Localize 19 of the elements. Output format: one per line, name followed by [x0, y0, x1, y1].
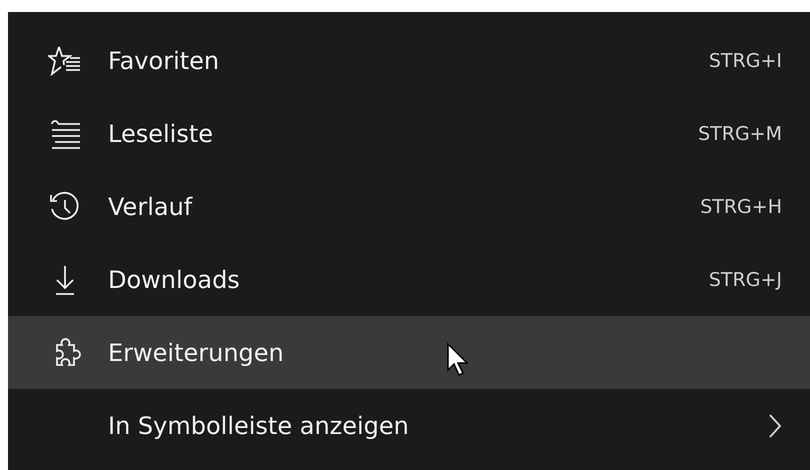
- menu-item-label: Favoriten: [108, 46, 220, 74]
- menu-item[interactable]: Verlauf STRG+H: [8, 170, 810, 243]
- reading-list-icon: [48, 118, 82, 150]
- star-list-icon: [48, 44, 82, 76]
- menu-item[interactable]: In Symbolleiste anzeigen: [8, 389, 810, 462]
- menu-item-label: Verlauf: [108, 192, 192, 220]
- shortcut-label: STRG+M: [698, 122, 782, 144]
- menu-item-label: Leseliste: [108, 120, 213, 148]
- shortcut-label: STRG+I: [708, 50, 782, 72]
- menu-item-label: Erweiterungen: [108, 338, 284, 366]
- menu-item[interactable]: Leseliste STRG+M: [8, 97, 810, 170]
- menu-item-label: Downloads: [108, 266, 240, 294]
- mouse-cursor-icon: [446, 342, 472, 378]
- shortcut-label: STRG+H: [700, 196, 782, 218]
- menu-item[interactable]: Erweiterungen: [8, 316, 810, 389]
- menu-item-label: In Symbolleiste anzeigen: [108, 412, 409, 440]
- menu-item[interactable]: Downloads STRG+J: [8, 243, 810, 316]
- menu-item[interactable]: Favoriten STRG+I: [8, 24, 810, 97]
- shortcut-label: STRG+J: [708, 268, 782, 290]
